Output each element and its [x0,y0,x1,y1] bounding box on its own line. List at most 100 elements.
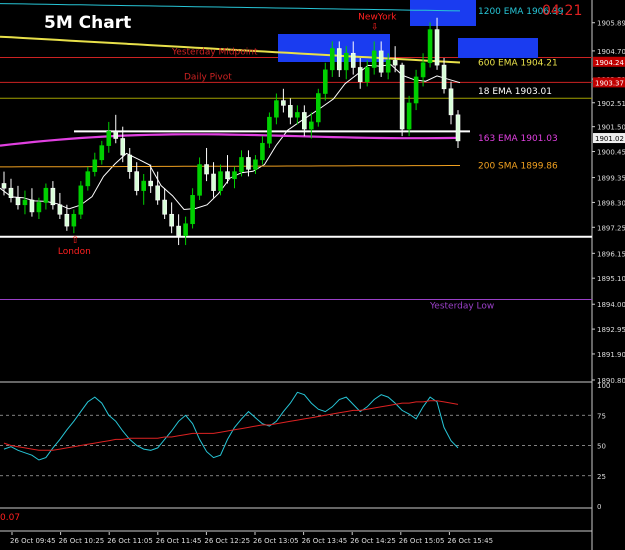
candle-body [371,50,377,68]
candle-body [15,197,21,206]
candle-body [85,171,91,187]
candle-body [1,183,7,189]
level-label: Yesterday Low [429,302,494,312]
candle-body [134,171,140,191]
indicator-label: 600 EMA 1904.21 [478,59,558,69]
candle-body [127,154,133,172]
candle-body [343,52,349,71]
time-tick-label: 26 Oct 10:25 [59,537,105,545]
candle-body [329,48,335,71]
price-tick-label: 1896.15 [597,250,625,258]
price-tick-label: 1897.25 [597,224,625,232]
time-tick-label: 26 Oct 12:25 [204,537,250,545]
candle-body [141,180,146,191]
price-tick-label: 1899.35 [597,175,625,183]
candle-body [267,116,272,144]
candle-body [113,131,119,139]
time-tick-label: 26 Oct 15:45 [447,537,493,545]
candle-body [29,199,35,213]
indicator-line [0,165,460,168]
price-tick-label: 1892.95 [597,326,625,334]
candle-body [232,171,237,180]
candle-body [155,185,160,201]
candle-body [64,213,70,227]
candle-body [448,88,454,116]
candle-body [378,50,384,73]
candle-body [392,60,398,66]
indicator-label: 200 SMA 1899.86 [478,161,558,171]
candle-timer: 04:21 [542,3,582,19]
candle-body [225,171,230,180]
chart-area: 1200 EMA 1906.39600 EMA 1904.2118 EMA 19… [0,0,625,550]
candle-body [357,67,363,82]
candle-body [322,69,328,94]
price-badge-text: 1904.24 [595,59,624,67]
candle-body [169,213,174,227]
time-tick-label: 26 Oct 11:05 [107,537,153,545]
level-label: Daily Pivot [184,72,232,82]
candle-body [316,93,321,123]
time-tick-label: 26 Oct 15:05 [399,537,445,545]
candle-body [309,121,314,130]
session-label: NewYork [358,12,397,22]
osc-tick-label: 100 [597,382,610,390]
price-tick-label: 1902.51 [597,100,625,108]
candle-body [385,60,391,73]
candle-body [71,213,77,227]
candle-body [8,187,14,198]
price-tick-label: 1905.89 [597,20,625,28]
candle-body [455,114,461,142]
candle-body [57,204,63,215]
osc-tick-label: 50 [597,443,606,451]
chart-title: 5M Chart [44,13,131,33]
osc-series-line [3,391,459,461]
price-tick-label: 1901.50 [597,124,625,132]
candle-body [190,195,195,225]
candle-body [274,100,279,118]
session-box [410,0,476,26]
candle-body [204,164,209,175]
candle-body [364,67,370,82]
price-badge-text: 1903.37 [595,79,624,87]
osc-value-label: 0.07 [0,513,20,523]
price-axis: 1905.891904.701903.511902.511901.501900.… [592,20,625,385]
time-tick-label: 26 Oct 14:25 [350,537,396,545]
candle-body [427,29,433,64]
candle-body [22,199,28,206]
candle-body [50,187,56,206]
osc-tick-label: 25 [597,473,606,481]
candle-body [43,187,49,203]
candle-body [120,138,126,156]
candle-body [288,105,293,118]
price-tick-label: 1895.10 [597,275,625,283]
candle-body [434,29,440,66]
time-tick-label: 26 Oct 11:45 [156,537,202,545]
time-tick-label: 26 Oct 13:45 [302,537,348,545]
candle-body [281,100,286,106]
candle-body [36,202,42,213]
candle-body [99,145,105,161]
price-tick-label: 1900.45 [597,149,625,157]
time-tick-label: 26 Oct 09:45 [10,537,56,545]
level-label: Yesterday Midpoint [171,48,258,58]
session-label: London [58,247,91,257]
price-tick-label: 1904.70 [597,48,625,56]
session-arrow-icon: ⇧ [71,235,79,246]
candle-body [92,159,98,172]
candle-body [246,157,251,170]
candle-body [413,76,419,104]
candle-body [441,64,447,90]
price-badge-text: 1901.02 [595,135,624,143]
osc-series-line [3,400,459,451]
indicator-label: 18 EMA 1903.01 [478,87,552,97]
candle-body [211,173,216,191]
oscillator-panel: 100 75 50 25 0 0.07 [0,382,610,523]
time-tick-label: 26 Oct 13:05 [253,537,299,545]
session-arrow-icon: ⇩ [371,22,379,32]
candle-body [162,199,167,215]
candle-body [406,102,412,130]
indicator-line [0,133,461,147]
candle-body [148,180,153,187]
candle-body [218,171,223,191]
price-tick-label: 1891.90 [597,351,625,359]
